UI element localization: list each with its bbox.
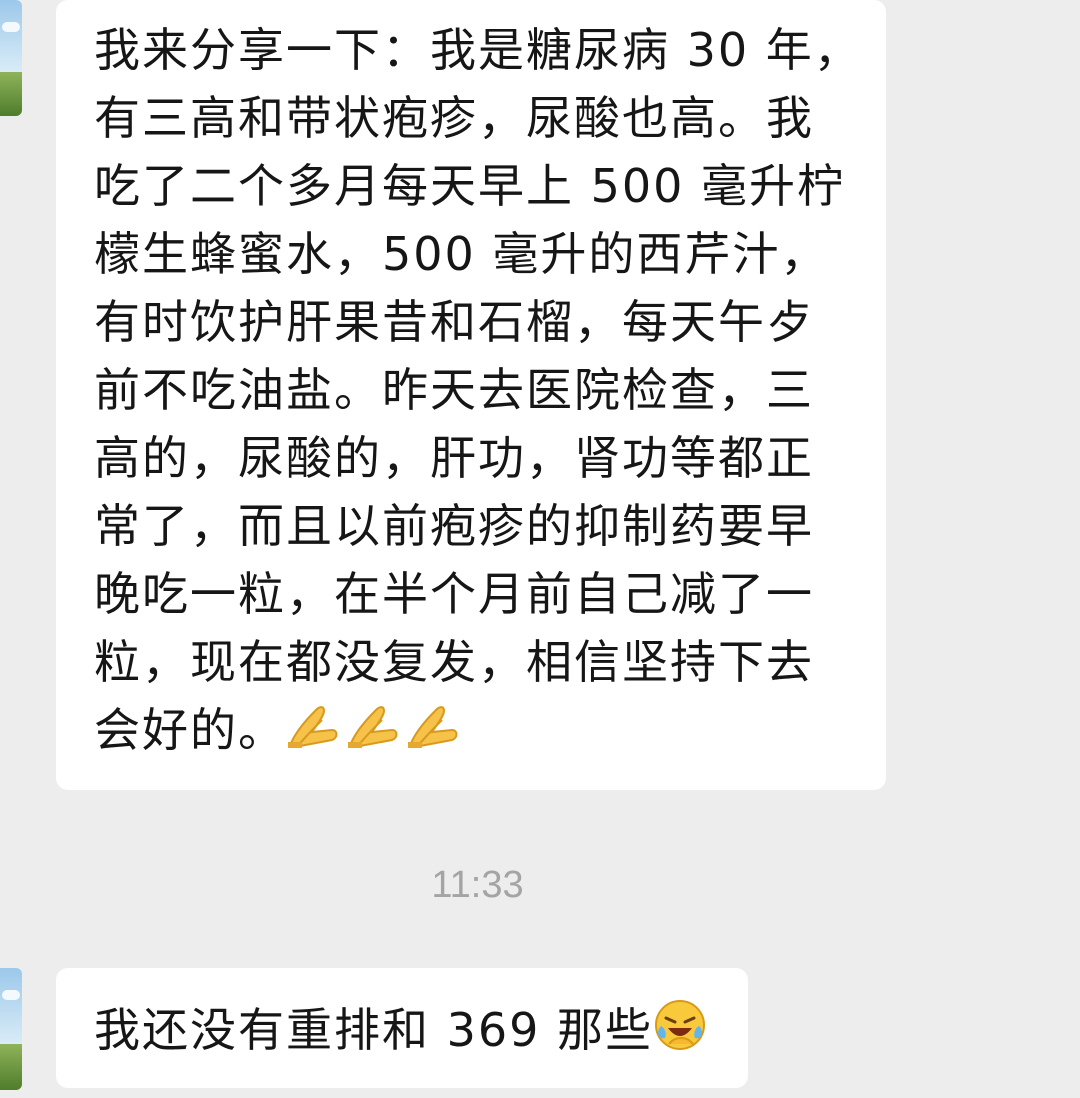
message-line: 我来分享一下：我是糖尿病 30 年， bbox=[94, 23, 862, 77]
message-line: 吃了二个多月每天早上 500 毫升柠 bbox=[94, 159, 846, 213]
folded-hands-icon bbox=[286, 700, 342, 768]
message-line-text: 会好的。 bbox=[94, 703, 286, 757]
message-line: 晚吃一粒，在半个月前自己减了一 bbox=[94, 567, 814, 621]
message-line: 常了，而且以前疱疹的抑制药要早 bbox=[94, 499, 814, 553]
folded-hands-icon bbox=[346, 700, 402, 768]
message-line: 有三高和带状疱疹，尿酸也高。我 bbox=[94, 91, 814, 145]
message-line: 有时饮护肝果昔和石榴，每天午歺 bbox=[94, 295, 814, 349]
message-line: 檬生蜂蜜水，500 毫升的西芹汁， bbox=[94, 227, 829, 281]
message-line: 我还没有重排和 369 那些 bbox=[94, 996, 728, 1064]
message-line: 粒，现在都没复发，相信坚持下去 bbox=[94, 635, 814, 689]
message-line-last: 会好的。 bbox=[94, 696, 866, 764]
message-line: 高的，尿酸的，肝功，肾功等都正 bbox=[94, 431, 814, 485]
folded-hands-icon bbox=[406, 700, 462, 768]
message-line: 前不吃油盐。昨天去医院检查，三 bbox=[94, 363, 814, 417]
sender-avatar[interactable] bbox=[0, 0, 22, 116]
sender-avatar[interactable] bbox=[0, 968, 22, 1090]
message-bubble[interactable]: 我来分享一下：我是糖尿病 30 年， 有三高和带状疱疹，尿酸也高。我 吃了二个多… bbox=[56, 0, 886, 790]
laughing-crying-face-icon bbox=[653, 998, 707, 1070]
message-line-text: 我还没有重排和 369 那些 bbox=[94, 1003, 654, 1057]
message-timestamp: 11:33 bbox=[431, 864, 524, 906]
message-bubble[interactable]: 我还没有重排和 369 那些 bbox=[56, 968, 748, 1088]
